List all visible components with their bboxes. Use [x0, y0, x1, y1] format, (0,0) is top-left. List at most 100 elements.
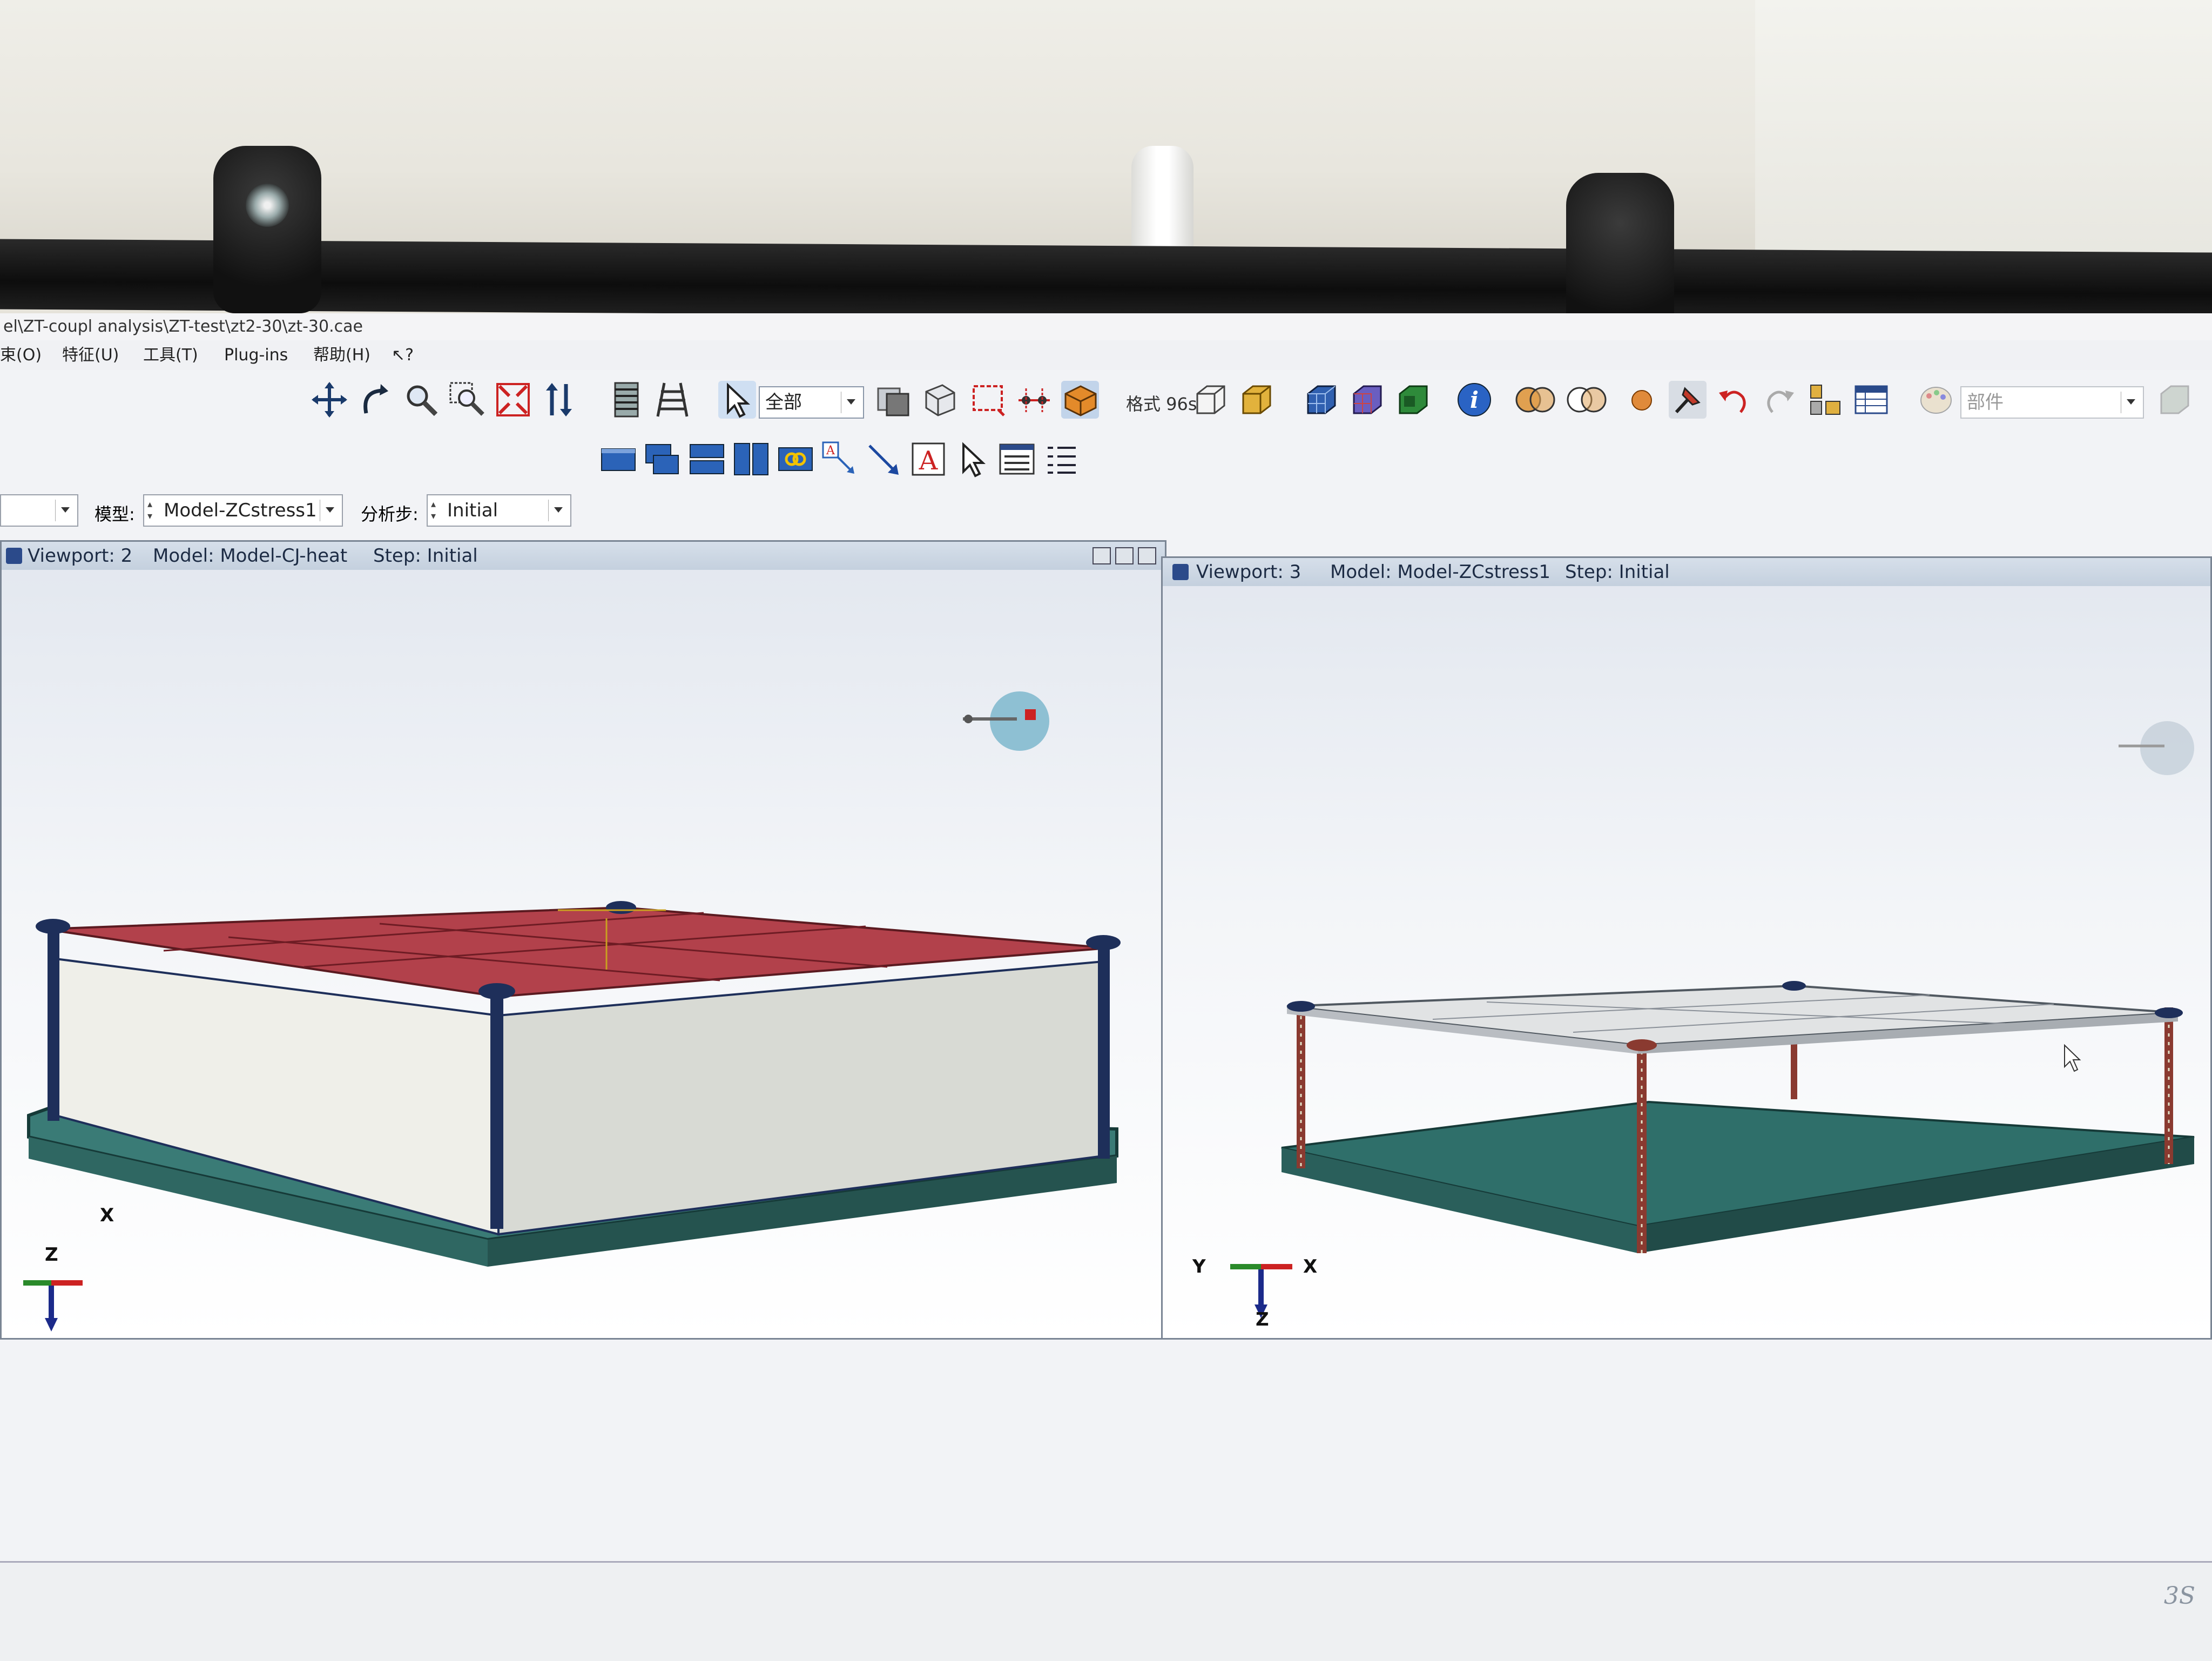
selection-filter-value: 全部 [765, 392, 802, 413]
menu-item-help[interactable]: 帮助(H) [313, 340, 370, 370]
step-select-value: Initial [447, 500, 498, 521]
triad-y-label: Y [1192, 1256, 1206, 1277]
window-title: el\ZT-coupl analysis\ZT-test\zt2-30\zt-3… [0, 313, 2212, 340]
box-zoom-icon[interactable] [448, 381, 486, 419]
ruler-icon[interactable] [608, 381, 645, 419]
cube-iso-icon[interactable] [1237, 381, 1274, 419]
triad-x-label: X [100, 1205, 114, 1226]
undo-icon[interactable] [1715, 381, 1752, 419]
model-zcstress1-canvas [1230, 721, 2195, 1318]
viewport-tile-icon[interactable] [599, 440, 637, 478]
mouse-cursor-icon [2064, 1044, 2081, 1072]
chevron-down-icon [320, 500, 340, 521]
top-slab [1286, 984, 2179, 1054]
model-cj-heat-canvas [23, 691, 1121, 1332]
viewport-step: Step: Initial [1565, 561, 1670, 583]
base-plate [1281, 1100, 2195, 1253]
mesh-part-icon[interactable] [1347, 381, 1385, 419]
pan-icon[interactable] [311, 381, 348, 419]
table-icon[interactable] [1852, 381, 1890, 419]
viewport-name: Viewport: 2 [28, 545, 133, 567]
context-help-icon[interactable]: ↖? [392, 340, 414, 370]
menu-item-tools[interactable]: 工具(T) [143, 340, 198, 370]
render-style-label: 格式 96s [1126, 394, 1197, 414]
viewport-menu-icon[interactable] [1172, 564, 1189, 580]
merge-icon[interactable] [1563, 381, 1612, 419]
svg-text:A: A [826, 444, 835, 458]
shaded-icon[interactable] [1061, 381, 1099, 419]
text-annotation-icon[interactable]: A [821, 440, 859, 478]
chevron-down-icon [55, 500, 75, 521]
viewport-menu-icon[interactable] [6, 548, 22, 564]
rotate-icon[interactable] [356, 381, 394, 419]
triad-z-label: Z [45, 1244, 58, 1266]
clamp-bolt-icon [246, 184, 289, 227]
partition-icon[interactable] [1806, 381, 1844, 419]
cube-front-icon[interactable] [1191, 381, 1229, 419]
chevron-down-icon [548, 500, 568, 521]
viewport-model: Model: Model-ZCstress1 [1330, 561, 1550, 583]
viewport-step: Step: Initial [373, 545, 478, 567]
redo-icon[interactable] [1761, 381, 1798, 419]
minimize-icon[interactable] [1092, 547, 1111, 564]
box-select-icon[interactable] [969, 381, 1007, 419]
list-icon[interactable] [1042, 440, 1080, 478]
chevron-down-icon [841, 392, 861, 413]
sphere-icon[interactable] [1623, 381, 1661, 419]
zoom-icon[interactable] [402, 381, 440, 419]
monitor-clamp-left [213, 146, 321, 313]
ds-logo-icon: 3S [2164, 1582, 2195, 1610]
wireframe-icon[interactable] [875, 381, 913, 419]
viewport-2[interactable]: Viewport: 2 Model: Model-CJ-heat Step: I… [0, 540, 1166, 1340]
viewport-header: Viewport: 3 Model: Model-ZCstress1 Step:… [1163, 558, 2210, 586]
text-box-icon[interactable]: A [909, 440, 947, 478]
palette-icon[interactable] [1917, 381, 1955, 419]
application-screen: el\ZT-coupl analysis\ZT-test\zt2-30\zt-3… [0, 313, 2212, 1661]
viewport-vertical-icon[interactable] [732, 440, 770, 478]
context-bar: 模型: ▴ ▾ Model-ZCstress1 分析步: ▴ ▾ Initial [0, 489, 594, 532]
part-selector[interactable]: 部件 [1960, 386, 2144, 419]
fit-view-icon[interactable] [494, 381, 532, 419]
message-area: 3S [0, 1561, 2212, 1661]
maximize-icon[interactable] [1115, 547, 1134, 564]
part-selector-value: 部件 [1967, 392, 2004, 413]
mesh-instance-icon[interactable] [1393, 381, 1431, 419]
secondary-toolbar: A A [599, 440, 1139, 489]
query-info-icon[interactable]: i [1455, 381, 1493, 419]
global-triad-icon [23, 1280, 83, 1332]
hidden-line-icon[interactable] [921, 381, 959, 419]
close-icon[interactable] [1138, 547, 1156, 564]
mesh-cube-icon[interactable] [1301, 381, 1339, 419]
layers-icon[interactable] [653, 381, 691, 419]
viewport-cascade-icon[interactable] [644, 440, 682, 478]
viewport-manager-icon[interactable] [998, 440, 1036, 478]
arrow-annotation-icon[interactable] [865, 440, 903, 478]
menu-item-feature[interactable]: 特征(U) [62, 340, 119, 370]
step-label: 分析步: [361, 504, 419, 524]
module-select[interactable] [0, 494, 78, 527]
view-orientation-icon [963, 691, 1049, 751]
model-select-value: Model-ZCstress1 [164, 500, 317, 521]
spinner-icon: ▴ ▾ [431, 499, 436, 522]
main-toolbar: 全部 格式 96s i 部件 [297, 381, 2209, 432]
node-select-icon[interactable] [1015, 381, 1053, 419]
svg-text:i: i [1470, 387, 1479, 413]
pointer-icon[interactable] [954, 440, 992, 478]
triad-x-label: X [1303, 1256, 1318, 1277]
link-viewports-icon[interactable] [777, 440, 814, 478]
menu-item-bundle[interactable]: 束(O) [0, 340, 42, 370]
triad-z-label: Z [1256, 1309, 1269, 1330]
view-orientation-icon [2119, 721, 2194, 775]
pin-icon[interactable] [1669, 381, 1707, 419]
boolean-icon[interactable] [1512, 381, 1561, 419]
svg-text:A: A [919, 446, 939, 476]
viewport-3[interactable]: Viewport: 3 Model: Model-ZCstress1 Step:… [1161, 556, 2212, 1340]
part-icon[interactable] [2155, 381, 2193, 419]
selection-filter-select[interactable]: 全部 [759, 386, 864, 419]
select-arrow-icon[interactable] [718, 381, 756, 419]
cycle-views-icon[interactable] [540, 381, 578, 419]
step-select[interactable]: ▴ ▾ Initial [427, 494, 571, 527]
menu-item-plugins[interactable]: Plug-ins [224, 340, 288, 370]
viewport-horizontal-icon[interactable] [688, 440, 726, 478]
model-select[interactable]: ▴ ▾ Model-ZCstress1 [143, 494, 343, 527]
